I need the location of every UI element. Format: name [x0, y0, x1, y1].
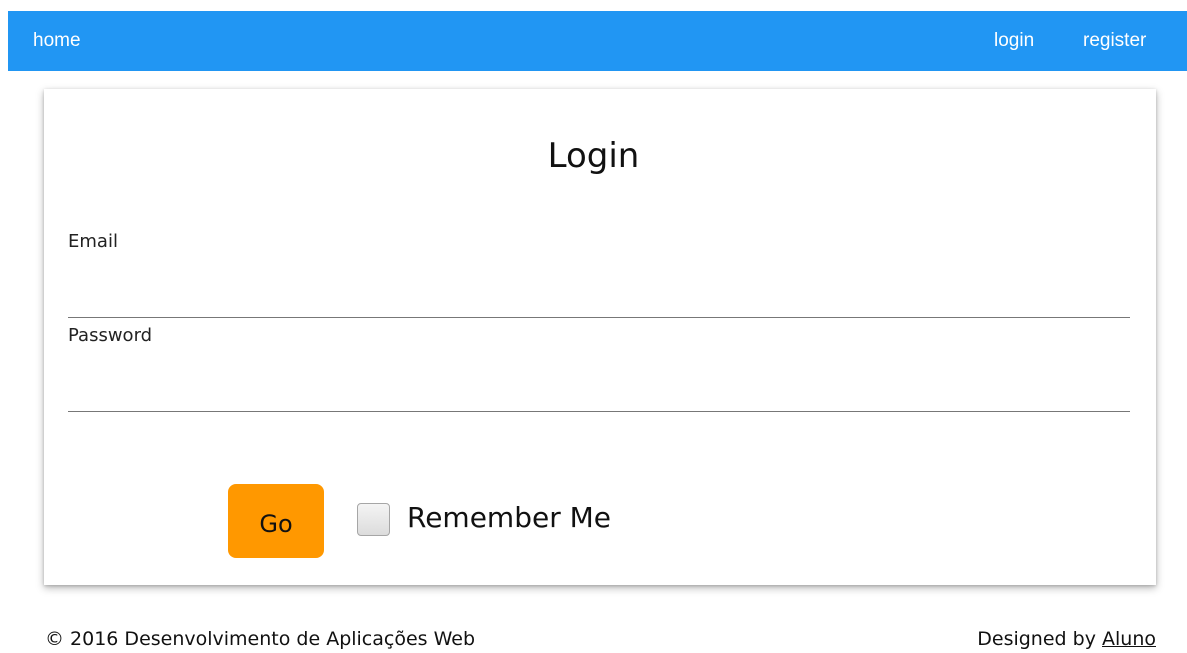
login-title: Login: [547, 136, 640, 176]
email-label: Email: [68, 231, 118, 252]
footer-copyright: © 2016 Desenvolvimento de Aplicações Web: [45, 628, 476, 650]
top-navbar: home login register: [8, 11, 1187, 71]
email-field[interactable]: [68, 283, 1130, 318]
go-button[interactable]: Go: [228, 484, 324, 558]
nav-login-link[interactable]: login: [994, 11, 1034, 71]
nav-register-link[interactable]: register: [1083, 11, 1146, 71]
password-field[interactable]: [68, 377, 1130, 412]
remember-me-label[interactable]: Remember Me: [407, 496, 611, 540]
remember-me-checkbox[interactable]: [357, 503, 390, 536]
nav-home-link[interactable]: home: [33, 11, 81, 71]
page: home login register Login Email Password…: [0, 0, 1187, 653]
footer-credit: Designed by Aluno: [977, 624, 1156, 653]
footer-designed-by-text: Designed by: [977, 628, 1096, 650]
footer-designer-link[interactable]: Aluno: [1102, 628, 1156, 650]
password-label: Password: [68, 325, 153, 346]
